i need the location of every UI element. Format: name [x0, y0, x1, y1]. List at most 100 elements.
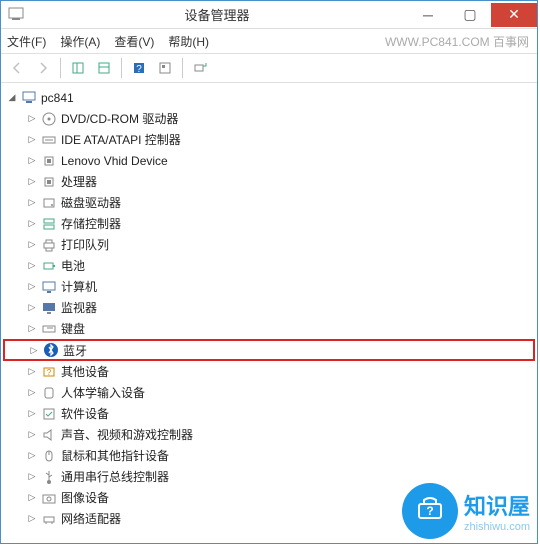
disk-icon: [41, 195, 57, 211]
toolbar-show-hide[interactable]: [66, 56, 90, 80]
app-icon: [7, 5, 27, 25]
tree-item-label: 电池: [61, 257, 85, 274]
computer-icon: [21, 90, 37, 106]
software-icon: [41, 406, 57, 422]
tree-item-label: 蓝牙: [63, 342, 87, 359]
expand-icon[interactable]: ▷: [25, 470, 39, 484]
expand-icon[interactable]: ▷: [25, 386, 39, 400]
toolbar-refresh[interactable]: [188, 56, 212, 80]
tree-item-label: 软件设备: [61, 405, 109, 422]
maximize-button[interactable]: ▢: [449, 3, 491, 27]
forward-button[interactable]: [31, 56, 55, 80]
tree-item-label: 网络适配器: [61, 510, 121, 527]
bluetooth-icon: [43, 342, 59, 358]
tree-item[interactable]: ▷? 其他设备: [3, 361, 535, 382]
expand-icon[interactable]: ▷: [25, 428, 39, 442]
expand-icon[interactable]: ▷: [25, 133, 39, 147]
close-button[interactable]: ✕: [491, 3, 537, 27]
toolbar-scan[interactable]: [153, 56, 177, 80]
expand-icon[interactable]: ▷: [25, 196, 39, 210]
tree-item[interactable]: ▷处理器: [3, 171, 535, 192]
watermark-text: WWW.PC841.COM 百事网: [385, 33, 529, 50]
toolbar-help[interactable]: ?: [127, 56, 151, 80]
tree-root[interactable]: ◢ pc841: [3, 87, 535, 108]
titlebar: 设备管理器 ─ ▢ ✕: [1, 1, 537, 29]
tree-item[interactable]: ▷ 电池: [3, 255, 535, 276]
logo-sub-text: zhishiwu.com: [464, 521, 530, 533]
expand-icon[interactable]: ▷: [27, 343, 41, 357]
printer-icon: [41, 237, 57, 253]
mouse-icon: [41, 448, 57, 464]
toolbar-properties[interactable]: [92, 56, 116, 80]
network-icon: [41, 511, 57, 527]
menu-help[interactable]: 帮助(H): [168, 33, 209, 50]
minimize-button[interactable]: ─: [407, 3, 449, 27]
computer-icon: [41, 279, 57, 295]
expand-icon[interactable]: ▷: [25, 512, 39, 526]
expand-icon[interactable]: ▷: [25, 154, 39, 168]
tree-item[interactable]: ▷人体学输入设备: [3, 382, 535, 403]
expand-icon[interactable]: ▷: [25, 301, 39, 315]
expand-icon[interactable]: ▷: [25, 280, 39, 294]
usb-icon: [41, 469, 57, 485]
audio-icon: [41, 427, 57, 443]
tree-item[interactable]: ▷ 软件设备: [3, 403, 535, 424]
svg-text:?: ?: [136, 64, 142, 75]
tree-item[interactable]: ▷ Lenovo Vhid Device: [3, 150, 535, 171]
expand-icon[interactable]: ▷: [25, 259, 39, 273]
window-buttons: ─ ▢ ✕: [407, 3, 537, 27]
tree-item-label: DVD/CD-ROM 驱动器: [61, 110, 178, 127]
back-button[interactable]: [5, 56, 29, 80]
tree-item[interactable]: ▷ 计算机: [3, 276, 535, 297]
menu-file[interactable]: 文件(F): [7, 33, 46, 50]
tree-item-label: Lenovo Vhid Device: [61, 154, 168, 168]
camera-icon: [41, 490, 57, 506]
expand-icon[interactable]: ▷: [25, 491, 39, 505]
tree-item[interactable]: ▷打印队列: [3, 234, 535, 255]
logo-main-text: 知识屋: [464, 489, 530, 521]
tree-item-label: 存储控制器: [61, 215, 121, 232]
expand-icon[interactable]: ▷: [25, 175, 39, 189]
tree-item-label: 监视器: [61, 299, 97, 316]
storage-icon: [41, 216, 57, 232]
tree-root-label: pc841: [41, 91, 74, 105]
tree-item[interactable]: ▷ 磁盘驱动器: [3, 192, 535, 213]
expand-icon[interactable]: ▷: [25, 217, 39, 231]
disc-icon: [41, 111, 57, 127]
tree-item[interactable]: ▷ IDE ATA/ATAPI 控制器: [3, 129, 535, 150]
menubar: 文件(F) 操作(A) 查看(V) 帮助(H) WWW.PC841.COM 百事…: [1, 29, 537, 53]
monitor-icon: [41, 300, 57, 316]
device-manager-window: 设备管理器 ─ ▢ ✕ 文件(F) 操作(A) 查看(V) 帮助(H) WWW.…: [0, 0, 538, 544]
tree-item-label: 其他设备: [61, 363, 109, 380]
tree-item[interactable]: ▷声音、视频和游戏控制器: [3, 424, 535, 445]
tree-item[interactable]: ▷鼠标和其他指针设备: [3, 445, 535, 466]
toolbar: ?: [1, 53, 537, 83]
tree-item-label: IDE ATA/ATAPI 控制器: [61, 131, 181, 148]
tree-item[interactable]: ▷ 监视器: [3, 297, 535, 318]
keyboard-icon: [41, 321, 57, 337]
expand-icon[interactable]: ▷: [25, 322, 39, 336]
menu-view[interactable]: 查看(V): [114, 33, 154, 50]
tree-item[interactable]: ▷ 蓝牙: [3, 339, 535, 361]
cpu-icon: [41, 174, 57, 190]
expand-icon[interactable]: ▷: [25, 112, 39, 126]
tree-item[interactable]: ▷ 存储控制器: [3, 213, 535, 234]
collapse-icon[interactable]: ◢: [5, 91, 19, 105]
separator: [182, 58, 183, 78]
expand-icon[interactable]: ▷: [25, 238, 39, 252]
svg-text:?: ?: [47, 368, 52, 377]
tree-item-label: 计算机: [61, 278, 97, 295]
menu-action[interactable]: 操作(A): [60, 33, 100, 50]
tree-item-label: 磁盘驱动器: [61, 194, 121, 211]
tree-item[interactable]: ▷键盘: [3, 318, 535, 339]
expand-icon[interactable]: ▷: [25, 449, 39, 463]
device-tree[interactable]: ◢ pc841 ▷ DVD/CD-ROM 驱动器 ▷ IDE ATA/ATAPI 控制…: [1, 83, 537, 543]
window-title: 设备管理器: [27, 5, 407, 24]
hid-icon: [41, 385, 57, 401]
tree-item-label: 图像设备: [61, 489, 109, 506]
tree-item[interactable]: ▷ DVD/CD-ROM 驱动器: [3, 108, 535, 129]
zhishiwu-logo: ? 知识屋 zhishiwu.com: [402, 483, 530, 539]
expand-icon[interactable]: ▷: [25, 407, 39, 421]
logo-circle-icon: ?: [402, 483, 458, 539]
expand-icon[interactable]: ▷: [25, 365, 39, 379]
